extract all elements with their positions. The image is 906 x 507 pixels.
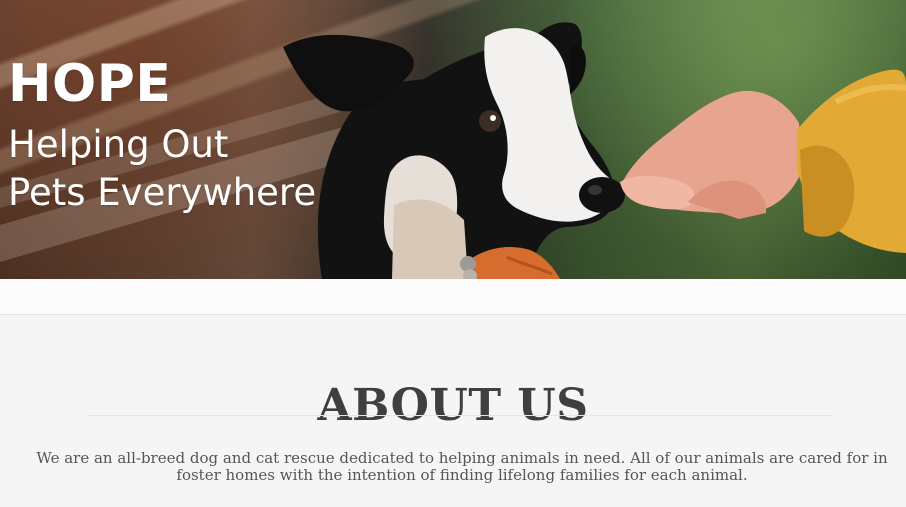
about-description: We are an all-breed dog and cat rescue d… (36, 449, 888, 484)
about-divider (88, 415, 833, 416)
section-separator-strip (0, 279, 906, 315)
hero-title: HOPE (8, 54, 172, 114)
about-heading: ABOUT US (317, 380, 589, 432)
hero-tagline-line-1: Helping Out (8, 123, 229, 166)
hero-banner: HOPE Helping Out Pets Everywhere (0, 0, 906, 279)
about-section: ABOUT US We are an all-breed dog and cat… (0, 315, 906, 507)
hero-tagline-line-2: Pets Everywhere (8, 171, 317, 214)
